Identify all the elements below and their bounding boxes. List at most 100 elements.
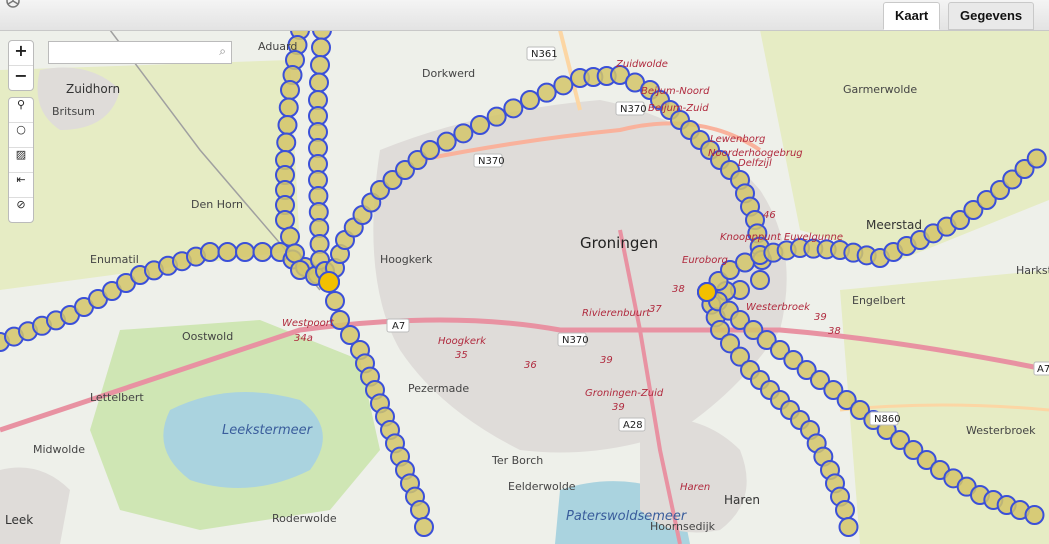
highlight-marker[interactable] xyxy=(697,282,717,302)
place-label: Haren xyxy=(724,493,760,507)
district-label: Delfzijl xyxy=(738,158,772,169)
track-point[interactable] xyxy=(217,242,238,262)
zoom-in-button[interactable]: + xyxy=(9,41,33,66)
place-label: Groningen xyxy=(580,234,658,252)
track-point[interactable] xyxy=(503,98,524,119)
svg-text:N370: N370 xyxy=(478,156,505,167)
track-point[interactable] xyxy=(325,291,345,311)
tab-gegevens[interactable]: Gegevens xyxy=(948,2,1035,30)
track-point[interactable] xyxy=(280,226,300,247)
track-point[interactable] xyxy=(420,140,440,160)
svg-text:N860: N860 xyxy=(874,414,901,425)
track-point[interactable] xyxy=(1026,148,1047,169)
district-label: Euroborg xyxy=(682,255,728,266)
place-label: Dorkwerd xyxy=(422,67,475,80)
junction-number: 39 xyxy=(600,355,613,366)
district-label: Beijum-Zuid xyxy=(648,103,709,114)
road-shield: N361 xyxy=(526,46,558,61)
road-shield: N860 xyxy=(869,411,901,426)
junction-number: 39 xyxy=(814,312,827,323)
place-label: Aduard xyxy=(258,40,297,53)
track-point[interactable] xyxy=(311,37,331,58)
place-label: Harkst xyxy=(1016,264,1049,277)
track-point[interactable] xyxy=(750,270,770,290)
district-label: Rivierenbuurt xyxy=(582,308,651,319)
top-toolbar: Kaart Gegevens xyxy=(0,0,1049,31)
track-point[interactable] xyxy=(252,242,273,262)
junction-number: 39 xyxy=(612,402,625,413)
track-point[interactable] xyxy=(453,123,474,144)
track-point[interactable] xyxy=(280,80,300,100)
road-shield: N370 xyxy=(473,153,505,168)
highlight-marker[interactable] xyxy=(318,271,340,293)
water-label: Leekstermeer xyxy=(222,423,314,438)
place-label: Oostwold xyxy=(182,330,233,343)
track-point[interactable] xyxy=(235,242,255,262)
track-point[interactable] xyxy=(536,82,557,103)
track-point[interactable] xyxy=(414,517,434,537)
place-label: Ter Borch xyxy=(491,454,543,467)
place-label: Hoogkerk xyxy=(380,253,433,266)
place-label: Den Horn xyxy=(191,198,243,211)
district-label: Lewenborg xyxy=(710,134,765,145)
first-page-icon[interactable]: ⇤ xyxy=(9,173,33,198)
circle-icon[interactable]: ○ xyxy=(9,123,33,148)
track-point[interactable] xyxy=(520,90,540,110)
track-point[interactable] xyxy=(200,242,220,262)
track-point[interactable] xyxy=(278,97,299,118)
magnifier-icon[interactable]: ⚲ xyxy=(9,98,33,123)
track-point[interactable] xyxy=(277,115,298,135)
place-label: Eelderwolde xyxy=(508,480,576,493)
place-label: Engelbert xyxy=(852,294,906,307)
road-shield: N370 xyxy=(557,332,589,347)
track-point[interactable] xyxy=(436,131,457,152)
svg-text:A28: A28 xyxy=(623,420,643,431)
track-point[interactable] xyxy=(410,500,430,520)
place-label: Meerstad xyxy=(866,218,922,232)
svg-text:A7: A7 xyxy=(392,321,405,332)
district-label: Zuidwolde xyxy=(615,59,668,70)
search-box[interactable]: ⌕ xyxy=(48,41,232,64)
track-point[interactable] xyxy=(1024,505,1045,525)
road-shield: A28 xyxy=(618,417,646,432)
track-point[interactable] xyxy=(309,72,329,93)
road-shield: N370 xyxy=(615,101,647,116)
place-label: Zuidhorn xyxy=(66,82,120,96)
search-icon[interactable]: ⌕ xyxy=(219,44,226,59)
place-label: Lettelbert xyxy=(90,391,144,404)
tab-kaart[interactable]: Kaart xyxy=(883,2,941,30)
leekstermeer-water xyxy=(163,392,323,488)
zoom-out-button[interactable]: − xyxy=(9,66,33,90)
track-point[interactable] xyxy=(553,75,574,96)
place-label: Midwolde xyxy=(33,443,85,456)
district-label: Groningen-Zuid xyxy=(585,388,664,399)
map-view[interactable]: N361 N370 N370 A7 N370 A28 N860 A7 Groni… xyxy=(0,30,1049,544)
track-point[interactable] xyxy=(486,106,507,127)
track-point[interactable] xyxy=(835,500,855,520)
junction-number: 36 xyxy=(524,360,537,371)
road-shield: A7 xyxy=(386,318,410,333)
junction-number: 34a xyxy=(294,333,313,344)
track-point[interactable] xyxy=(838,517,859,537)
district-label: Beijum-Noord xyxy=(641,86,710,97)
track-point[interactable] xyxy=(285,243,305,264)
junction-number: 38 xyxy=(828,326,841,337)
track-point[interactable] xyxy=(276,132,297,153)
svg-text:N361: N361 xyxy=(531,49,558,60)
junction-number: 35 xyxy=(455,350,468,361)
image-icon[interactable]: ▨ xyxy=(9,148,33,173)
junction-number: 37 xyxy=(649,304,662,315)
track-point[interactable] xyxy=(470,115,490,135)
cancel-icon[interactable]: ⊘ xyxy=(9,198,33,222)
track-point[interactable] xyxy=(310,55,330,75)
district-label: Westpoort xyxy=(282,318,335,329)
track-point[interactable] xyxy=(275,210,295,230)
district-label: Haren xyxy=(680,482,710,493)
place-label: Westerbroek xyxy=(966,424,1036,437)
place-label: Pezermade xyxy=(408,382,469,395)
svg-text:A7: A7 xyxy=(1037,364,1049,375)
search-input[interactable] xyxy=(53,42,217,63)
svg-text:N370: N370 xyxy=(620,104,647,115)
map-canvas[interactable]: N361 N370 N370 A7 N370 A28 N860 A7 Groni… xyxy=(0,30,1049,544)
zoom-control: + − xyxy=(8,40,34,91)
